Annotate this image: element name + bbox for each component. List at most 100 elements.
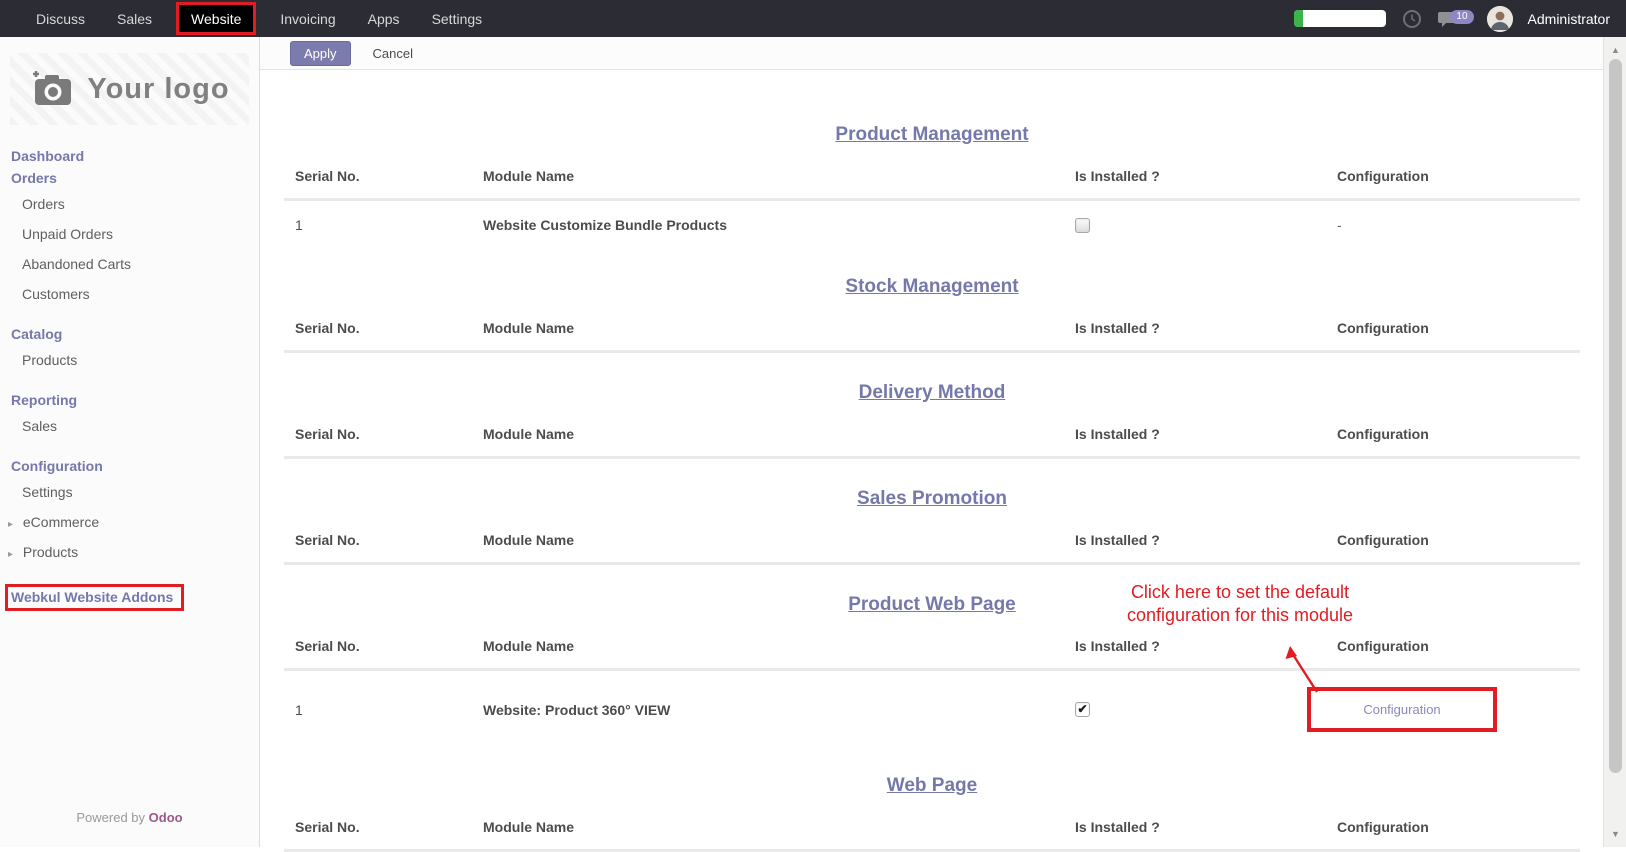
menu-item-apps[interactable]: Apps — [352, 0, 416, 37]
table-row: 1Website Customize Bundle Products - — [284, 200, 1580, 248]
sidebar-item-webkul-website-addons[interactable]: Webkul Website Addons — [11, 581, 259, 614]
section-web-page: Web PageSerial No.Module NameIs Installe… — [284, 770, 1603, 852]
website-logo: Your logo — [10, 53, 249, 125]
table-header-row: Serial No.Module NameIs Installed ?Confi… — [284, 532, 1580, 564]
column-header-0: Serial No. — [284, 638, 483, 670]
odoo-brand-link[interactable]: Odoo — [149, 810, 183, 825]
configuration-cell: - — [1337, 200, 1580, 248]
section-title-link[interactable]: Product Management — [835, 124, 1028, 145]
column-header-1: Module Name — [483, 819, 1075, 851]
installed-cell — [1075, 670, 1337, 747]
sidebar-item-catalog[interactable]: Catalog — [11, 323, 259, 345]
section-sales-promotion: Sales Promotion Serial No.Module NameIs I… — [284, 483, 1603, 565]
sidebar-item-dashboard[interactable]: Dashboard — [11, 145, 259, 167]
column-header-0: Serial No. — [284, 532, 483, 564]
installed-checkbox[interactable] — [1075, 702, 1090, 717]
installed-cell — [1075, 200, 1337, 248]
avatar[interactable] — [1487, 6, 1513, 32]
section-title-link[interactable]: Delivery Method — [859, 382, 1006, 403]
section-title-link[interactable]: Sales Promotion — [857, 488, 1007, 509]
section-title: Web Page — [284, 770, 1580, 798]
table-header-row: Serial No.Module NameIs Installed ?Confi… — [284, 320, 1580, 352]
column-header-0: Serial No. — [284, 320, 483, 352]
sidebar-item-products[interactable]: ▸ Products — [11, 537, 259, 567]
menu-item-invoicing[interactable]: Invoicing — [264, 0, 351, 37]
column-header-3: Configuration — [1337, 426, 1580, 458]
column-header-0: Serial No. — [284, 819, 483, 851]
sidebar-item-orders[interactable]: Orders — [11, 167, 259, 189]
column-header-0: Serial No. — [284, 426, 483, 458]
section-title: Stock Management — [284, 271, 1580, 299]
section-title-link[interactable]: Web Page — [887, 775, 977, 796]
module-table: Serial No.Module NameIs Installed ?Confi… — [284, 168, 1580, 247]
menu-item-website[interactable]: Website — [176, 2, 256, 35]
sidebar: Your logo DashboardOrdersOrdersUnpaid Or… — [0, 37, 260, 847]
section-title: Sales Promotion — [284, 483, 1580, 511]
sidebar-item-reporting[interactable]: Reporting — [11, 389, 259, 411]
column-header-1: Module Name — [483, 426, 1075, 458]
section-title-link[interactable]: Stock Management — [845, 276, 1018, 297]
column-header-1: Module Name — [483, 168, 1075, 200]
sidebar-item-configuration[interactable]: Configuration — [11, 455, 259, 477]
powered-by: Powered by Odoo — [0, 810, 259, 825]
menu-item-sales[interactable]: Sales — [101, 0, 168, 37]
section-product-web-page: Product Web Page Serial No.Module NameIs … — [284, 589, 1603, 746]
column-header-3: Configuration — [1337, 320, 1580, 352]
top-menu: DiscussSalesWebsiteInvoicingAppsSettings — [0, 0, 498, 37]
column-header-3: Configuration — [1337, 532, 1580, 564]
sidebar-item-settings[interactable]: Settings — [11, 477, 259, 507]
sidebar-item-sales[interactable]: Sales — [11, 411, 259, 441]
section-title: Delivery Method — [284, 377, 1580, 405]
apply-button[interactable]: Apply — [290, 41, 351, 66]
column-header-2: Is Installed ? — [1075, 320, 1337, 352]
installed-checkbox[interactable] — [1075, 218, 1090, 233]
menu-item-settings[interactable]: Settings — [416, 0, 499, 37]
messages-icon[interactable]: 10 — [1438, 8, 1472, 30]
sidebar-item-abandoned-carts[interactable]: Abandoned Carts — [11, 249, 259, 279]
menu-item-discuss[interactable]: Discuss — [20, 0, 101, 37]
configuration-value: - — [1337, 217, 1342, 233]
sidebar-item-ecommerce[interactable]: ▸ eCommerce — [11, 507, 259, 537]
highlight-red-box: Configuration — [1307, 687, 1497, 732]
serial-cell: 1 — [284, 200, 483, 248]
message-count-badge: 10 — [1450, 10, 1473, 24]
top-bar: DiscussSalesWebsiteInvoicingAppsSettings… — [0, 0, 1626, 37]
user-name[interactable]: Administrator — [1528, 11, 1610, 27]
logo-text: Your logo — [87, 73, 229, 106]
section-title: Product Web Page — [284, 589, 1580, 617]
sidebar-item-orders[interactable]: Orders — [11, 189, 259, 219]
timer-progress — [1294, 10, 1303, 27]
scroll-down-arrow[interactable]: ▼ — [1604, 829, 1626, 839]
column-header-2: Is Installed ? — [1075, 426, 1337, 458]
section-product-management: Product Management Serial No.Module NameI… — [284, 119, 1603, 247]
section-title-link[interactable]: Product Web Page — [848, 594, 1016, 615]
module-name-cell: Website Customize Bundle Products — [483, 200, 1075, 248]
column-header-0: Serial No. — [284, 168, 483, 200]
column-header-3: Configuration — [1337, 819, 1580, 851]
chevron-right-icon: ▸ — [8, 549, 19, 560]
sidebar-item-unpaid-orders[interactable]: Unpaid Orders — [11, 219, 259, 249]
module-name-cell: Website: Product 360° VIEW — [483, 670, 1075, 747]
column-header-3: Configuration — [1337, 168, 1580, 200]
table-row: 1Website: Product 360° VIEW Configuration — [284, 670, 1580, 747]
camera-icon — [29, 69, 75, 109]
timer-widget[interactable] — [1294, 10, 1386, 27]
configuration-link[interactable]: Configuration — [1363, 702, 1440, 717]
form-toolbar: Apply Cancel — [260, 37, 1626, 70]
column-header-2: Is Installed ? — [1075, 638, 1337, 670]
column-header-1: Module Name — [483, 638, 1075, 670]
sidebar-item-products[interactable]: Products — [11, 345, 259, 375]
scrollbar-thumb[interactable] — [1609, 59, 1622, 773]
column-header-2: Is Installed ? — [1075, 532, 1337, 564]
powered-by-label: Powered by — [76, 810, 145, 825]
vertical-scrollbar[interactable]: ▲ ▼ — [1603, 37, 1626, 847]
cancel-button[interactable]: Cancel — [365, 42, 421, 65]
table-header-row: Serial No.Module NameIs Installed ?Confi… — [284, 426, 1580, 458]
clock-icon[interactable] — [1401, 8, 1423, 30]
serial-cell: 1 — [284, 670, 483, 747]
sidebar-item-customers[interactable]: Customers — [11, 279, 259, 309]
scroll-up-arrow[interactable]: ▲ — [1604, 45, 1626, 55]
chevron-right-icon: ▸ — [8, 519, 19, 530]
sidebar-item-label: eCommerce — [19, 514, 99, 530]
column-header-3: Configuration — [1337, 638, 1580, 670]
